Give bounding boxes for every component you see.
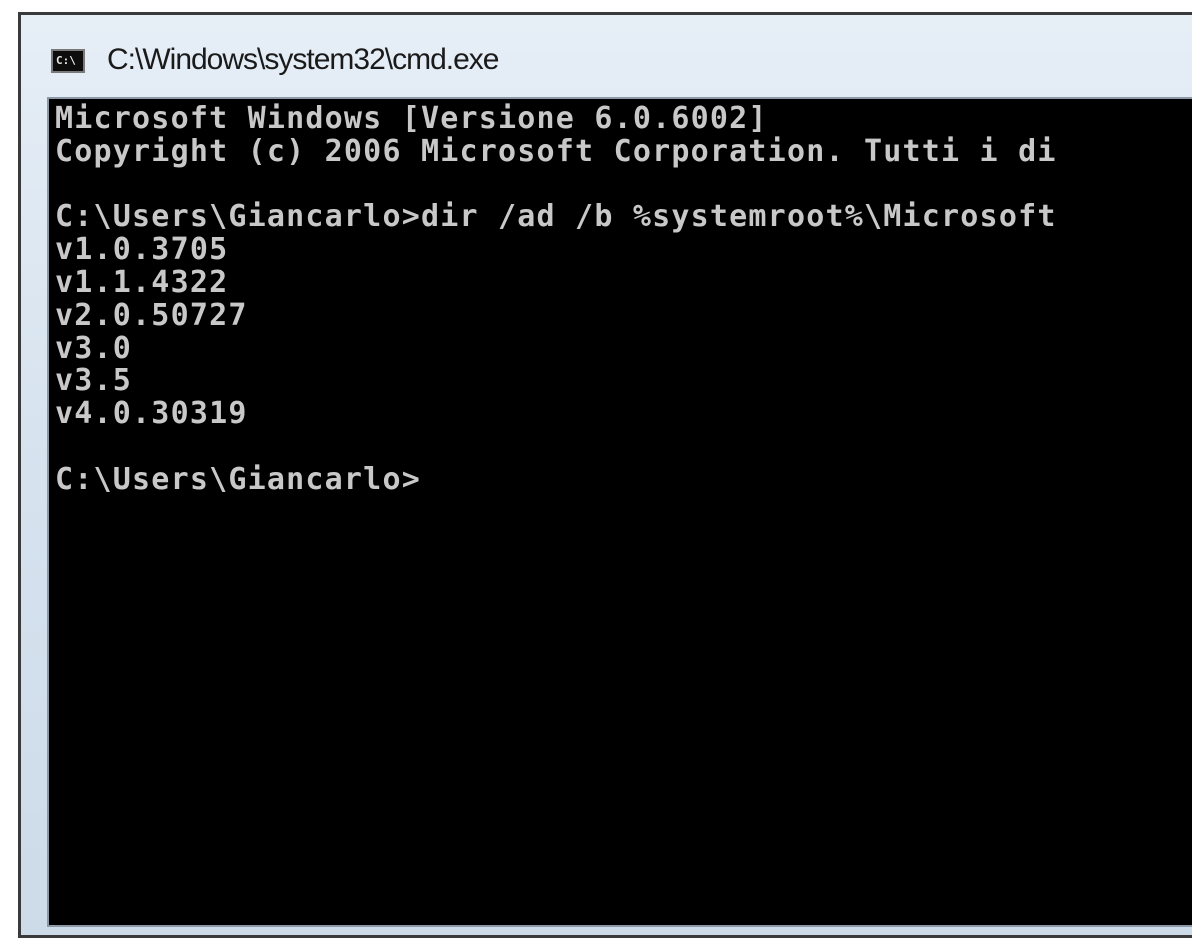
console-line: v2.0.50727 bbox=[55, 297, 248, 333]
title-bar[interactable]: C:\ C:\Windows\system32\cmd.exe bbox=[21, 15, 1192, 97]
command-prompt[interactable]: C:\Users\Giancarlo> bbox=[55, 463, 1192, 497]
cmd-window: C:\ C:\Windows\system32\cmd.exe Microsof… bbox=[18, 12, 1192, 938]
console-line: Copyright (c) 2006 Microsoft Corporation… bbox=[55, 133, 1057, 169]
console-line: Microsoft Windows [Versione 6.0.6002] bbox=[55, 101, 768, 136]
console-line: v1.0.3705 bbox=[55, 232, 229, 268]
console-line: v3.0 bbox=[55, 330, 133, 366]
console-line: C:\Users\Giancarlo>dir /ad /b %systemroo… bbox=[55, 199, 1057, 235]
console-line: v3.5 bbox=[55, 363, 133, 399]
window-title: C:\Windows\system32\cmd.exe bbox=[107, 43, 499, 76]
cmd-icon[interactable]: C:\ bbox=[51, 49, 85, 73]
console-line: v4.0.30319 bbox=[55, 396, 248, 432]
console-line: v1.1.4322 bbox=[55, 264, 229, 300]
console-output[interactable]: Microsoft Windows [Versione 6.0.6002] Co… bbox=[47, 97, 1192, 927]
